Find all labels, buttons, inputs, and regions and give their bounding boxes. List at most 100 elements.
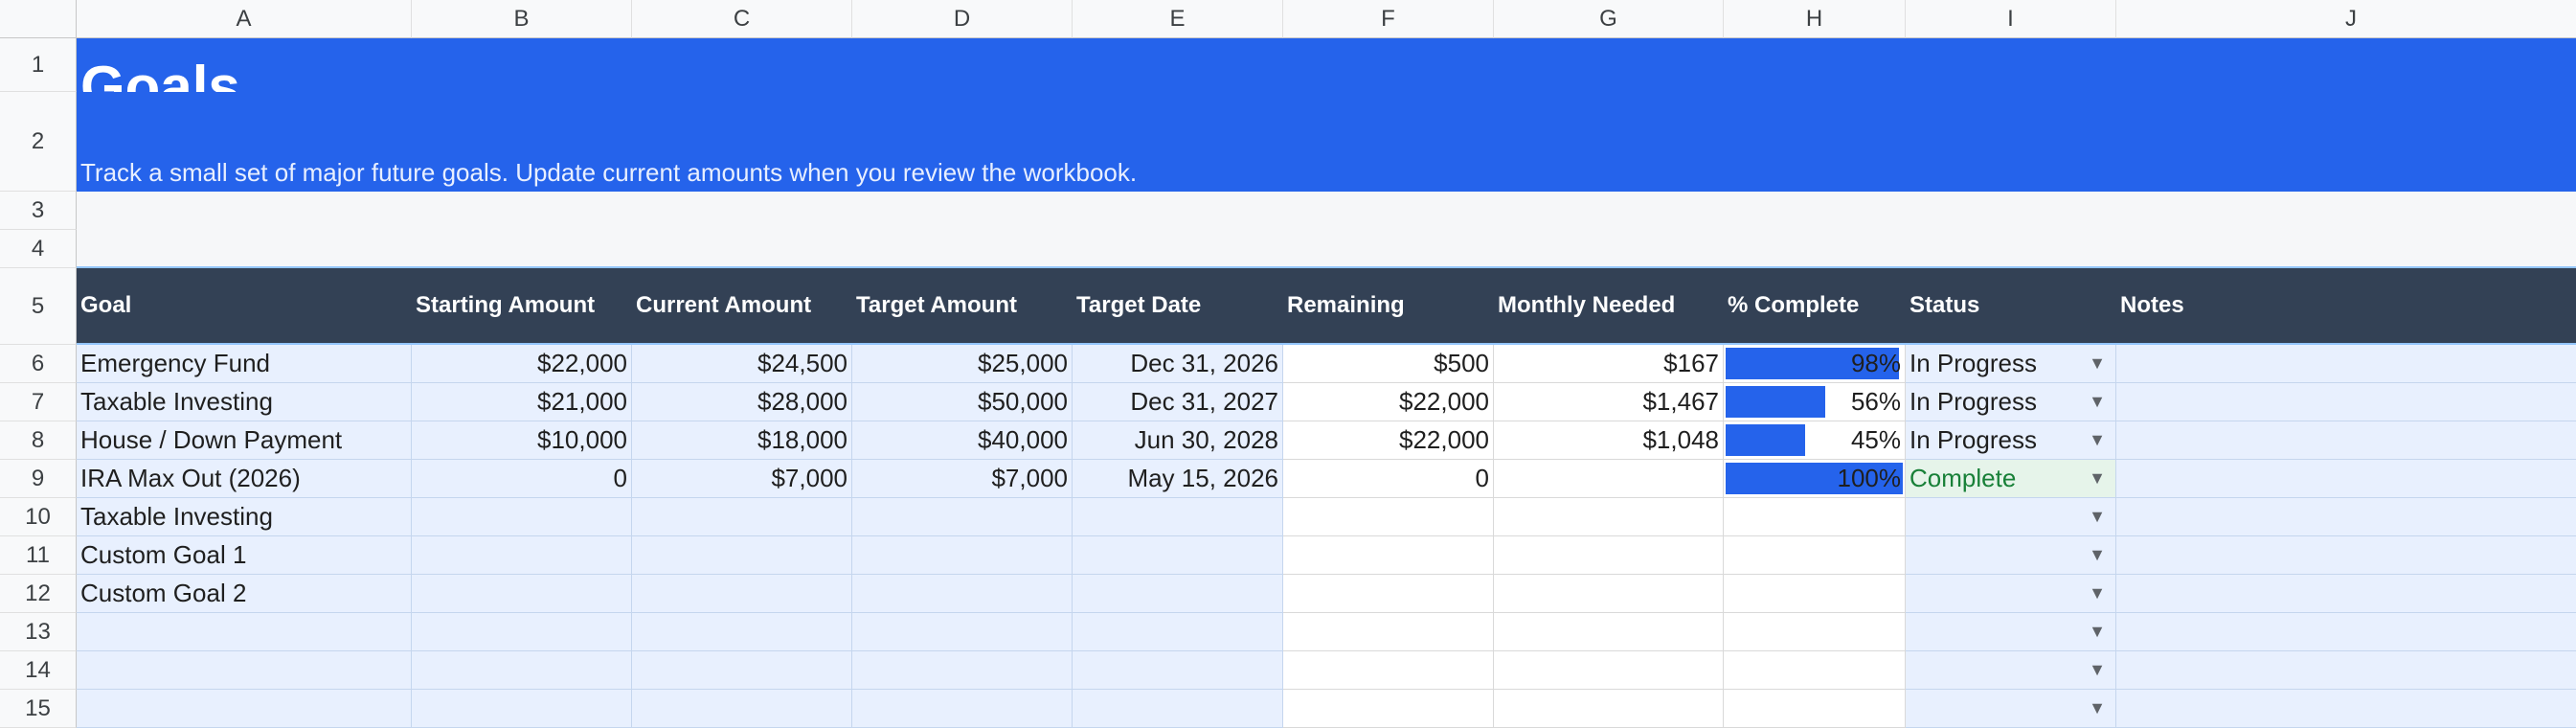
notes-cell[interactable] — [2116, 536, 2576, 575]
column-header-c[interactable]: C — [632, 0, 852, 38]
target-amount-cell[interactable] — [852, 536, 1073, 575]
remaining-cell[interactable]: $500 — [1283, 345, 1494, 383]
row-header-13[interactable]: 13 — [0, 613, 77, 651]
current-amount-cell[interactable] — [632, 613, 852, 651]
notes-cell[interactable] — [2116, 421, 2576, 460]
target-amount-cell[interactable]: $7,000 — [852, 460, 1073, 498]
column-header-a[interactable]: A — [77, 0, 412, 38]
notes-cell[interactable] — [2116, 651, 2576, 690]
current-amount-cell[interactable] — [632, 690, 852, 728]
dropdown-caret-icon[interactable]: ▼ — [2089, 545, 2112, 565]
percent-complete-cell[interactable]: 45% — [1724, 421, 1906, 460]
target-date-cell[interactable] — [1073, 690, 1283, 728]
column-header-i[interactable]: I — [1906, 0, 2116, 38]
row-header-3[interactable]: 3 — [0, 192, 77, 230]
status-dropdown[interactable]: ▼ — [1906, 536, 2116, 575]
row-header-12[interactable]: 12 — [0, 575, 77, 613]
monthly-needed-cell[interactable] — [1494, 613, 1724, 651]
status-dropdown[interactable]: In Progress ▼ — [1906, 421, 2116, 460]
current-amount-cell[interactable]: $24,500 — [632, 345, 852, 383]
percent-complete-cell[interactable]: 56% — [1724, 383, 1906, 421]
column-header-e[interactable]: E — [1073, 0, 1283, 38]
row-header-5[interactable]: 5 — [0, 268, 77, 345]
target-date-cell[interactable]: Jun 30, 2028 — [1073, 421, 1283, 460]
column-title-notes[interactable]: Notes — [2116, 268, 2576, 345]
remaining-cell[interactable]: 0 — [1283, 460, 1494, 498]
status-dropdown[interactable]: In Progress ▼ — [1906, 345, 2116, 383]
column-header-g[interactable]: G — [1494, 0, 1724, 38]
target-amount-cell[interactable] — [852, 575, 1073, 613]
starting-amount-cell[interactable] — [412, 690, 632, 728]
notes-cell[interactable] — [2116, 575, 2576, 613]
current-amount-cell[interactable] — [632, 536, 852, 575]
dropdown-caret-icon[interactable]: ▼ — [2089, 430, 2112, 450]
starting-amount-cell[interactable] — [412, 536, 632, 575]
current-amount-cell[interactable] — [632, 651, 852, 690]
row-header-6[interactable]: 6 — [0, 345, 77, 383]
dropdown-caret-icon[interactable]: ▼ — [2089, 660, 2112, 680]
column-title-remaining[interactable]: Remaining — [1283, 268, 1494, 345]
goal-cell[interactable]: Custom Goal 2 — [77, 575, 412, 613]
row-header-11[interactable]: 11 — [0, 536, 77, 575]
percent-complete-cell[interactable] — [1724, 613, 1906, 651]
target-amount-cell[interactable] — [852, 498, 1073, 536]
current-amount-cell[interactable] — [632, 498, 852, 536]
monthly-needed-cell[interactable] — [1494, 690, 1724, 728]
percent-complete-cell[interactable] — [1724, 651, 1906, 690]
current-amount-cell[interactable]: $18,000 — [632, 421, 852, 460]
remaining-cell[interactable] — [1283, 690, 1494, 728]
monthly-needed-cell[interactable] — [1494, 651, 1724, 690]
target-amount-cell[interactable]: $50,000 — [852, 383, 1073, 421]
notes-cell[interactable] — [2116, 498, 2576, 536]
goal-cell[interactable]: Emergency Fund — [77, 345, 412, 383]
column-header-h[interactable]: H — [1724, 0, 1906, 38]
status-dropdown[interactable]: Complete ▼ — [1906, 460, 2116, 498]
dropdown-caret-icon[interactable]: ▼ — [2089, 622, 2112, 642]
starting-amount-cell[interactable]: $21,000 — [412, 383, 632, 421]
status-dropdown[interactable]: ▼ — [1906, 613, 2116, 651]
monthly-needed-cell[interactable] — [1494, 536, 1724, 575]
percent-complete-cell[interactable] — [1724, 575, 1906, 613]
current-amount-cell[interactable]: $28,000 — [632, 383, 852, 421]
target-amount-cell[interactable]: $40,000 — [852, 421, 1073, 460]
remaining-cell[interactable] — [1283, 613, 1494, 651]
monthly-needed-cell[interactable]: $1,467 — [1494, 383, 1724, 421]
goal-cell[interactable]: IRA Max Out (2026) — [77, 460, 412, 498]
status-dropdown[interactable]: ▼ — [1906, 575, 2116, 613]
column-title-goal[interactable]: Goal — [77, 268, 412, 345]
goal-cell[interactable]: Taxable Investing — [77, 383, 412, 421]
target-date-cell[interactable]: Dec 31, 2026 — [1073, 345, 1283, 383]
notes-cell[interactable] — [2116, 690, 2576, 728]
row-header-2[interactable]: 2 — [0, 92, 77, 192]
row-header-8[interactable]: 8 — [0, 421, 77, 460]
column-header-j[interactable]: J — [2116, 0, 2576, 38]
starting-amount-cell[interactable]: 0 — [412, 460, 632, 498]
starting-amount-cell[interactable] — [412, 575, 632, 613]
column-title-target-date[interactable]: Target Date — [1073, 268, 1283, 345]
monthly-needed-cell[interactable]: $167 — [1494, 345, 1724, 383]
goal-cell[interactable] — [77, 613, 412, 651]
target-date-cell[interactable] — [1073, 575, 1283, 613]
goal-cell[interactable]: Custom Goal 1 — [77, 536, 412, 575]
status-dropdown[interactable]: ▼ — [1906, 498, 2116, 536]
dropdown-caret-icon[interactable]: ▼ — [2089, 392, 2112, 412]
monthly-needed-cell[interactable] — [1494, 575, 1724, 613]
notes-cell[interactable] — [2116, 383, 2576, 421]
current-amount-cell[interactable]: $7,000 — [632, 460, 852, 498]
row-header-7[interactable]: 7 — [0, 383, 77, 421]
row-header-4[interactable]: 4 — [0, 230, 77, 268]
status-dropdown[interactable]: ▼ — [1906, 651, 2116, 690]
target-amount-cell[interactable] — [852, 690, 1073, 728]
dropdown-caret-icon[interactable]: ▼ — [2089, 507, 2112, 527]
percent-complete-cell[interactable]: 100% — [1724, 460, 1906, 498]
monthly-needed-cell[interactable] — [1494, 498, 1724, 536]
dropdown-caret-icon[interactable]: ▼ — [2089, 468, 2112, 489]
starting-amount-cell[interactable]: $10,000 — [412, 421, 632, 460]
target-date-cell[interactable] — [1073, 498, 1283, 536]
target-date-cell[interactable]: Dec 31, 2027 — [1073, 383, 1283, 421]
dropdown-caret-icon[interactable]: ▼ — [2089, 698, 2112, 718]
column-header-d[interactable]: D — [852, 0, 1073, 38]
remaining-cell[interactable]: $22,000 — [1283, 383, 1494, 421]
starting-amount-cell[interactable]: $22,000 — [412, 345, 632, 383]
target-date-cell[interactable] — [1073, 651, 1283, 690]
